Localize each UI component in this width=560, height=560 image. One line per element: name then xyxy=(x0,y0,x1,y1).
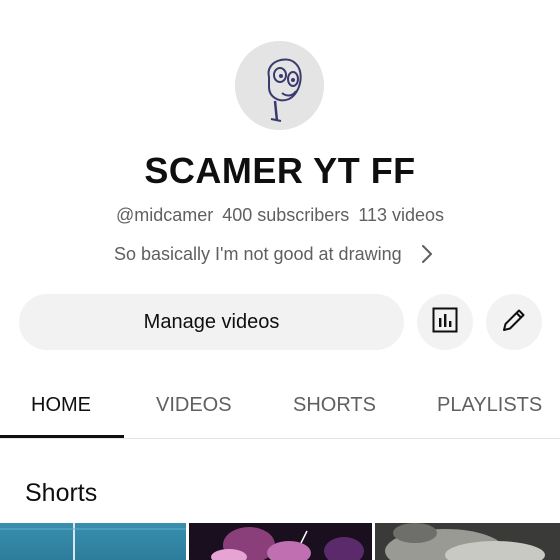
tab-playlists[interactable]: PLAYLISTS xyxy=(437,372,542,438)
bar-chart-icon xyxy=(431,306,459,339)
edit-channel-button[interactable] xyxy=(486,294,542,350)
channel-tabs: HOME VIDEOS SHORTS PLAYLISTS xyxy=(0,372,560,439)
tab-videos[interactable]: VIDEOS xyxy=(156,372,232,438)
tab-shorts[interactable]: SHORTS xyxy=(293,372,376,438)
active-tab-indicator xyxy=(0,435,124,438)
short-thumbnail[interactable] xyxy=(375,523,560,560)
short-thumbnail[interactable] xyxy=(189,523,372,560)
pencil-icon xyxy=(499,305,529,340)
channel-description[interactable]: So basically I'm not good at drawing xyxy=(114,242,434,266)
shorts-section-title: Shorts xyxy=(25,479,98,507)
channel-name: SCAMER YT FF xyxy=(144,150,416,191)
channel-handle: @midcamer xyxy=(115,205,214,225)
doodle-face-image xyxy=(235,41,324,130)
shorts-row xyxy=(0,523,560,560)
channel-avatar[interactable] xyxy=(235,41,324,130)
manage-videos-button[interactable]: Manage videos xyxy=(19,294,404,350)
chevron-right-icon[interactable] xyxy=(420,243,434,265)
channel-meta: @midcamer 400 subscribers 113 videos xyxy=(0,205,560,226)
short-thumbnail[interactable] xyxy=(0,523,186,560)
description-text: So basically I'm not good at drawing xyxy=(114,243,402,264)
subscriber-count: 400 subscribers xyxy=(222,205,350,225)
tab-home[interactable]: HOME xyxy=(31,372,91,438)
video-count: 113 videos xyxy=(358,205,445,225)
analytics-button[interactable] xyxy=(417,294,473,350)
